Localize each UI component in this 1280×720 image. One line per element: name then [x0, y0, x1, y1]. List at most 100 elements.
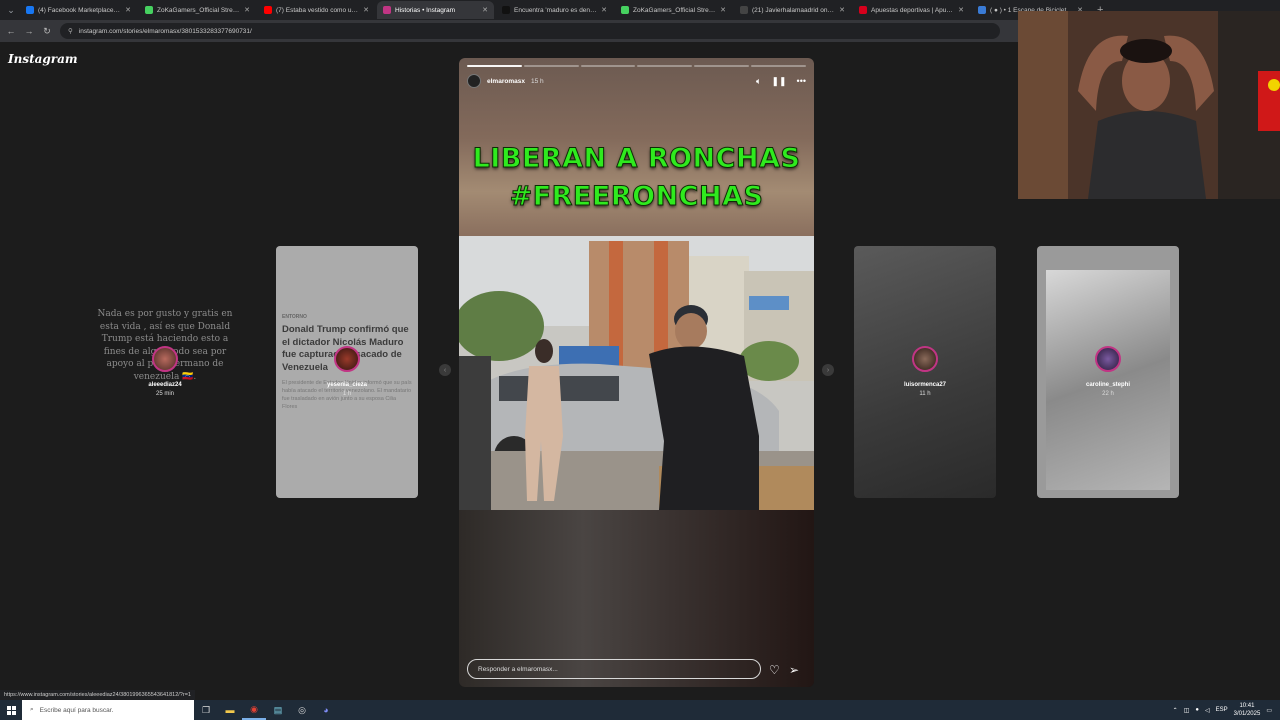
- tab-title: (7) Estaba vestido como una ab: [276, 6, 360, 14]
- story-headline: LIBERAN A RONCHAS #FREERONCHAS: [459, 140, 814, 216]
- story-username[interactable]: elmaromasx: [487, 78, 525, 85]
- back-arrow-icon[interactable]: ←: [6, 26, 16, 36]
- taskbar-search-field[interactable]: ⌕ Escribe aquí para buscar.: [22, 700, 194, 720]
- browser-tab[interactable]: ZoKaGamers_Official Stream - V✕: [139, 1, 256, 19]
- clock-time: 10:41: [1239, 703, 1255, 709]
- windows-logo-icon: [6, 705, 16, 715]
- story-time: 25 min: [155, 391, 174, 397]
- tab-title: (4) Facebook Marketplace | Face: [38, 6, 121, 14]
- heart-icon[interactable]: ♡: [769, 663, 780, 677]
- tab-title: Historias • Instagram: [395, 6, 456, 14]
- pause-icon[interactable]: ❚❚: [771, 76, 786, 87]
- input-language[interactable]: ESP: [1216, 707, 1228, 713]
- taskbar-search-placeholder: Escribe aquí para buscar.: [39, 706, 114, 714]
- task-view-icon[interactable]: ❐: [194, 700, 218, 720]
- story-video[interactable]: [459, 236, 814, 510]
- send-icon[interactable]: ➢: [789, 663, 799, 677]
- story-headline-line-2: #FREERONCHAS: [509, 181, 764, 213]
- video-frame: [459, 236, 814, 510]
- tab-search-icon[interactable]: ⌄: [4, 3, 18, 17]
- browser-tab[interactable]: (21) Javierhalamaadrid on X: 'Im✕: [734, 1, 851, 19]
- story-username: luisormenca27: [903, 382, 947, 388]
- discord-icon[interactable]: ◕: [314, 700, 338, 720]
- instagram-logo[interactable]: Instagram: [8, 52, 78, 66]
- url-field[interactable]: ⚲ instagram.com/stories/elmaromasx/38015…: [60, 23, 1000, 39]
- story-card-caroline-stephi[interactable]: caroline_stephi 22 h: [1037, 246, 1179, 498]
- tab-close-icon[interactable]: ✕: [244, 6, 250, 14]
- avatar[interactable]: [467, 74, 481, 88]
- notepad-icon[interactable]: ▤: [266, 700, 290, 720]
- story-header: elmaromasx 15 h 🔈︎ ❚❚ •••: [467, 74, 806, 88]
- news-story-card[interactable]: ENTORNO Donald Trump confirmó que el dic…: [276, 246, 418, 498]
- progress-segment: [580, 65, 636, 67]
- tab-favicon-icon: [502, 6, 510, 14]
- previous-story-arrow-icon[interactable]: ‹: [439, 364, 451, 376]
- search-icon: ⌕: [30, 706, 34, 713]
- active-story[interactable]: elmaromasx 15 h 🔈︎ ❚❚ ••• LIBERAN A RONC…: [459, 58, 814, 687]
- tab-title: ZoKaGamers_Official Stream - V: [157, 6, 241, 14]
- reply-input[interactable]: Responder a elmaromasx...: [467, 659, 761, 679]
- story-time: 15 h: [530, 77, 544, 85]
- tab-close-icon[interactable]: ✕: [720, 6, 726, 14]
- tab-title: Apuestas deportivas | Apuesta: [871, 6, 955, 14]
- tab-close-icon[interactable]: ✕: [363, 6, 369, 14]
- tab-close-icon[interactable]: ✕: [958, 6, 964, 14]
- forward-arrow-icon[interactable]: →: [24, 26, 34, 36]
- site-info-icon[interactable]: ⚲: [68, 27, 73, 35]
- status-bar-url: https://www.instagram.com/stories/aleeed…: [0, 690, 195, 700]
- clock[interactable]: 10:41 3/01/2025: [1234, 702, 1261, 718]
- progress-segment: [467, 65, 522, 67]
- chrome-icon[interactable]: ◉: [242, 700, 266, 720]
- tab-favicon-icon: [740, 6, 748, 14]
- tab-favicon-icon: [26, 6, 34, 14]
- tab-favicon-icon: [621, 6, 629, 14]
- next-story-arrow-icon[interactable]: ›: [822, 364, 834, 376]
- browser-tab[interactable]: Encuentra 'maduro es denuncia ✕: [496, 1, 613, 19]
- reload-icon[interactable]: ↻: [42, 26, 52, 37]
- avatar: [1095, 346, 1121, 372]
- avatar: [334, 346, 360, 372]
- tab-favicon-icon: [383, 6, 391, 14]
- browser-tab[interactable]: ZoKaGamers_Official Stream - V✕: [615, 1, 732, 19]
- windows-taskbar: ⌕ Escribe aquí para buscar. ❐ ▬ ◉ ▤ ◎ ◕ …: [0, 700, 1280, 720]
- volume-icon[interactable]: ◁: [1205, 707, 1210, 714]
- tab-title: (21) Javierhalamaadrid on X: 'Im: [752, 6, 836, 14]
- system-tray: ⌃ ◫ ● ◁ ESP 10:41 3/01/2025 ▭: [1173, 702, 1280, 718]
- avatar: [152, 346, 178, 372]
- obs-icon[interactable]: ◎: [290, 700, 314, 720]
- progress-segment: [751, 65, 806, 67]
- browser-tab[interactable]: Historias • Instagram ✕: [377, 1, 494, 19]
- tray-chevron-up-icon[interactable]: ⌃: [1173, 707, 1178, 714]
- story-headline-line-1: LIBERAN A RONCHAS: [472, 143, 801, 175]
- progress-segment: [637, 65, 693, 67]
- story-username: aleeediaz24: [148, 382, 182, 388]
- volume-icon[interactable]: 🔈︎: [756, 76, 761, 87]
- tab-favicon-icon: [145, 6, 153, 14]
- story-progress-bar: [467, 65, 806, 67]
- tab-close-icon[interactable]: ✕: [839, 6, 845, 14]
- more-options-icon[interactable]: •••: [797, 76, 806, 87]
- text-story-card[interactable]: Nada es por gusto y gratis en esta vida …: [92, 308, 238, 408]
- webcam-frame: [1018, 11, 1280, 199]
- network-icon[interactable]: ◫: [1184, 707, 1190, 714]
- story-card-luisormenca27[interactable]: luisormenca27 11 h: [854, 246, 996, 498]
- file-explorer-icon[interactable]: ▬: [218, 700, 242, 720]
- story-time: 11 h: [919, 391, 931, 397]
- progress-segment: [694, 65, 750, 67]
- story-username: caroline_stephi: [1085, 382, 1130, 388]
- notification-icon[interactable]: ▭: [1266, 707, 1272, 714]
- browser-tab[interactable]: Apuestas deportivas | Apuesta ✕: [853, 1, 970, 19]
- tab-list: (4) Facebook Marketplace | Face✕ZoKaGame…: [20, 1, 1089, 19]
- story-time: 22 h: [1102, 391, 1114, 397]
- tab-title: Encuentra 'maduro es denuncia: [514, 6, 598, 14]
- avatar: [912, 346, 938, 372]
- browser-tab[interactable]: (4) Facebook Marketplace | Face ✕: [20, 1, 137, 19]
- tab-close-icon[interactable]: ✕: [601, 6, 607, 14]
- microphone-icon[interactable]: ●: [1195, 707, 1199, 713]
- tab-close-icon[interactable]: ✕: [482, 6, 488, 14]
- url-text: instagram.com/stories/elmaromasx/3801533…: [78, 27, 252, 35]
- browser-tab[interactable]: (7) Estaba vestido como una ab ✕: [258, 1, 375, 19]
- tab-close-icon[interactable]: ✕: [125, 6, 131, 14]
- start-button[interactable]: [0, 700, 22, 720]
- news-source: ENTORNO: [282, 314, 307, 320]
